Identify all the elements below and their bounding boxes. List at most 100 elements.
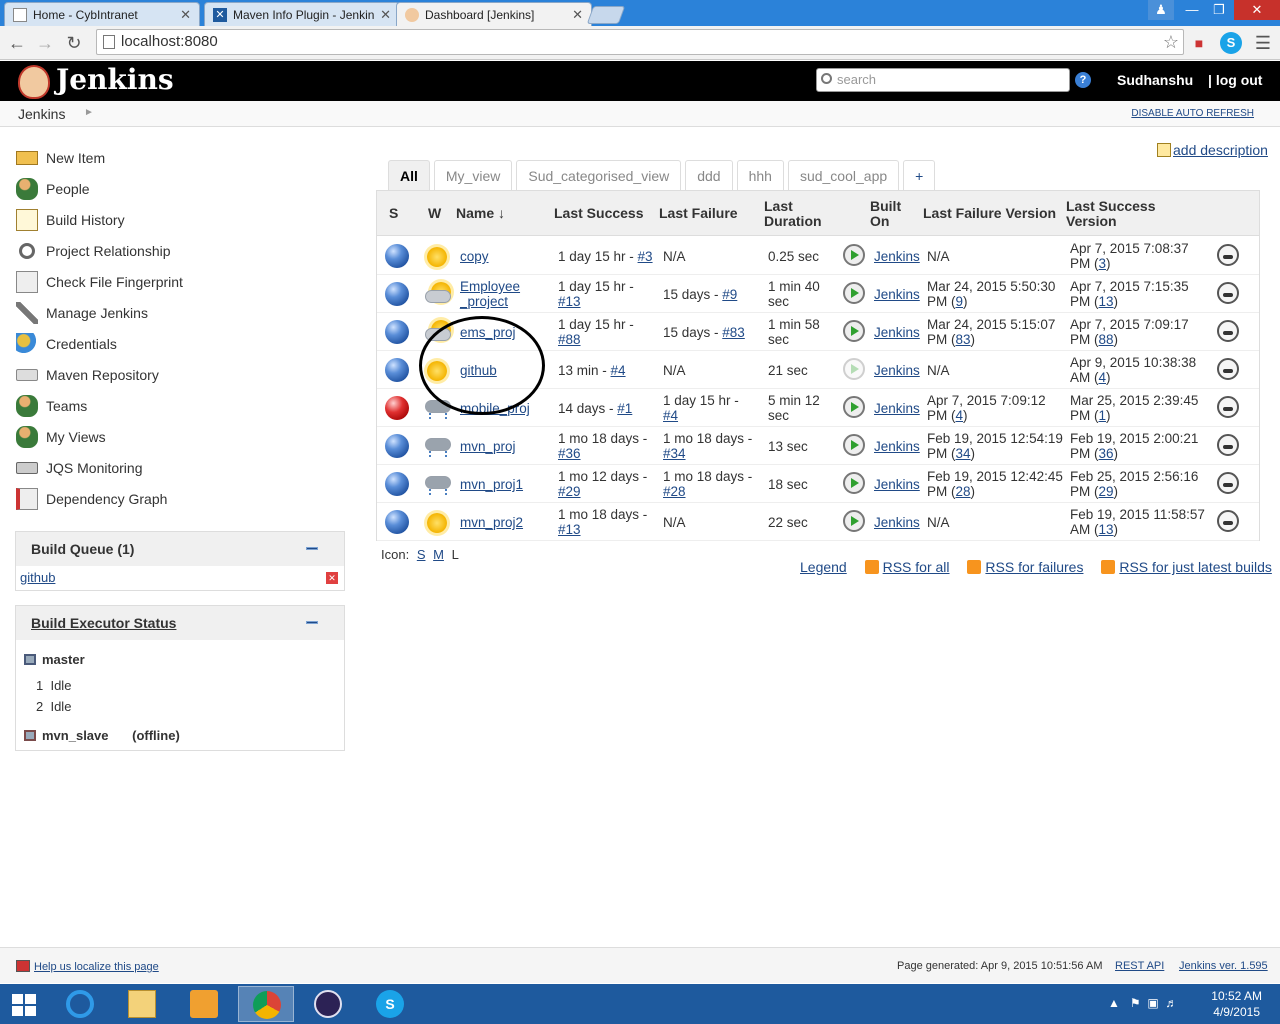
build-link[interactable]: #4 (663, 408, 678, 423)
build-link[interactable]: #4 (611, 363, 626, 378)
legend-link[interactable]: Legend (800, 559, 847, 575)
task-label[interactable]: Teams (46, 398, 87, 414)
build-link[interactable]: #3 (638, 249, 653, 264)
maximize-icon[interactable]: ❐ (1206, 0, 1232, 20)
taskbar-skype[interactable]: S (362, 986, 418, 1022)
extension-icon[interactable]: ■ (1188, 32, 1210, 54)
build-number-link[interactable]: 88 (1099, 332, 1114, 347)
task-check-fingerprint[interactable]: Check File Fingerprint (16, 266, 346, 297)
col-name[interactable]: Name ↓ (456, 206, 505, 221)
jenkins-logo-text[interactable]: Jenkins (56, 63, 174, 96)
cancel-queue-item-icon[interactable]: ✕ (326, 572, 338, 584)
icon-size-l[interactable]: L (452, 547, 459, 562)
task-label[interactable]: Build History (46, 212, 125, 228)
build-number-link[interactable]: 1 (1099, 408, 1107, 423)
status-ball-icon[interactable] (385, 396, 409, 420)
task-label[interactable]: Project Relationship (46, 243, 171, 259)
task-people[interactable]: People (16, 173, 346, 204)
rss-failures-link[interactable]: RSS for failures (985, 559, 1083, 575)
build-number-link[interactable]: 28 (956, 484, 971, 499)
taskbar-explorer[interactable] (114, 986, 170, 1022)
build-link[interactable]: #13 (558, 294, 581, 309)
rss-all-link[interactable]: RSS for all (883, 559, 950, 575)
task-label[interactable]: JQS Monitoring (46, 460, 142, 476)
built-on-link[interactable]: Jenkins (874, 287, 920, 302)
build-link[interactable]: #13 (558, 522, 581, 537)
built-on-link[interactable]: Jenkins (874, 439, 920, 454)
built-on-link[interactable]: Jenkins (874, 401, 920, 416)
console-output-icon[interactable] (1217, 396, 1239, 418)
schedule-build-icon[interactable] (843, 358, 865, 380)
build-link[interactable]: #1 (617, 401, 632, 416)
task-new-item[interactable]: New Item (16, 142, 346, 173)
bookmark-star-icon[interactable]: ☆ (1163, 30, 1179, 54)
build-link[interactable]: #88 (558, 332, 581, 347)
col-weather[interactable]: W (428, 206, 441, 221)
task-my-views[interactable]: My Views (16, 421, 346, 452)
col-last-duration[interactable]: Last Duration (764, 199, 822, 229)
build-link[interactable]: #34 (663, 446, 686, 461)
add-description-link[interactable]: add description (1157, 142, 1268, 158)
status-ball-icon[interactable] (385, 244, 409, 268)
build-number-link[interactable]: 83 (956, 332, 971, 347)
network-icon[interactable]: ▣ (1147, 996, 1158, 1010)
task-manage-jenkins[interactable]: Manage Jenkins (16, 297, 346, 328)
job-name-link[interactable]: mvn_proj2 (460, 515, 523, 530)
build-number-link[interactable]: 13 (1099, 294, 1114, 309)
col-last-failure-version[interactable]: Last Failure Version (923, 206, 1056, 221)
status-ball-icon[interactable] (385, 510, 409, 534)
tab-ddd[interactable]: ddd (685, 160, 733, 190)
tab-all[interactable]: All (388, 160, 430, 190)
jenkins-logo-icon[interactable] (18, 65, 50, 99)
collapse-icon[interactable] (306, 547, 318, 550)
tab-sud-categorised-view[interactable]: Sud_categorised_view (516, 160, 682, 190)
close-tab-icon[interactable]: ✕ (180, 7, 191, 23)
schedule-build-icon[interactable] (843, 282, 865, 304)
weather-sunny-icon[interactable] (423, 510, 451, 536)
browser-tab-maven-plugin[interactable]: ✕ Maven Info Plugin - Jenkins ✕ (204, 2, 400, 26)
close-tab-icon[interactable]: ✕ (380, 7, 391, 23)
build-number-link[interactable]: 34 (956, 446, 971, 461)
schedule-build-icon[interactable] (843, 510, 865, 532)
build-link[interactable]: #9 (722, 287, 737, 302)
task-label[interactable]: My Views (46, 429, 106, 445)
queue-item-github[interactable]: github (20, 570, 55, 585)
logout-link[interactable]: | log out (1208, 72, 1262, 88)
schedule-build-icon[interactable] (843, 472, 865, 494)
col-status[interactable]: S (389, 206, 398, 221)
task-label[interactable]: Check File Fingerprint (46, 274, 183, 290)
schedule-build-icon[interactable] (843, 434, 865, 456)
console-output-icon[interactable] (1217, 320, 1239, 342)
schedule-build-icon[interactable] (843, 244, 865, 266)
build-number-link[interactable]: 4 (956, 408, 964, 423)
taskbar-outlook[interactable] (176, 986, 232, 1022)
browser-tab-dashboard[interactable]: Dashboard [Jenkins] ✕ (396, 2, 592, 26)
task-teams[interactable]: Teams (16, 390, 346, 421)
console-output-icon[interactable] (1217, 244, 1239, 266)
weather-stormy-icon[interactable] (423, 472, 451, 498)
col-built-on[interactable]: Built On (870, 199, 901, 229)
jenkins-version-link[interactable]: Jenkins ver. 1.595 (1179, 960, 1268, 972)
user-link[interactable]: Sudhanshu (1117, 72, 1193, 88)
build-link[interactable]: #29 (558, 484, 581, 499)
minimize-icon[interactable]: — (1178, 0, 1206, 20)
build-number-link[interactable]: 9 (956, 294, 964, 309)
weather-sunny-icon[interactable] (423, 244, 451, 270)
build-executor-title[interactable]: Build Executor Status (31, 615, 176, 631)
taskbar-ie[interactable] (52, 986, 108, 1022)
task-label[interactable]: Dependency Graph (46, 491, 167, 507)
build-number-link[interactable]: 3 (1099, 256, 1107, 271)
task-build-history[interactable]: Build History (16, 204, 346, 235)
close-tab-icon[interactable]: ✕ (572, 7, 583, 23)
tab-my-view[interactable]: My_view (433, 160, 513, 190)
breadcrumb-arrow-icon[interactable]: ► (84, 107, 94, 118)
console-output-icon[interactable] (1217, 434, 1239, 456)
built-on-link[interactable]: Jenkins (874, 477, 920, 492)
job-name-link[interactable]: copy (460, 249, 489, 264)
breadcrumb-jenkins[interactable]: Jenkins (18, 106, 65, 122)
job-name-link[interactable]: Employee _project (460, 279, 520, 309)
search-input[interactable]: search (816, 68, 1070, 92)
status-ball-icon[interactable] (385, 320, 409, 344)
task-label[interactable]: Maven Repository (46, 367, 159, 383)
build-number-link[interactable]: 29 (1099, 484, 1114, 499)
